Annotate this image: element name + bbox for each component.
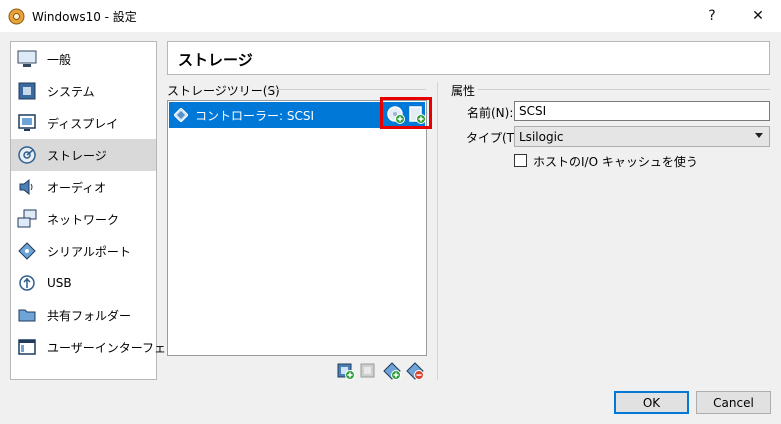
cancel-button[interactable]: Cancel: [696, 391, 771, 414]
system-icon: [16, 80, 38, 102]
user-interface-icon: [16, 336, 38, 358]
name-label: 名前(N):: [467, 106, 514, 120]
type-selected-value: Lsilogic: [519, 130, 564, 144]
group-divider: [266, 89, 426, 90]
virtualbox-app-icon: [8, 8, 25, 25]
controller-icon: [173, 107, 189, 123]
add-attachment-button[interactable]: [383, 362, 401, 380]
network-icon: [16, 208, 38, 230]
nav-label: USB: [47, 276, 72, 290]
remove-attachment-button[interactable]: [406, 362, 424, 380]
remove-controller-button[interactable]: [360, 362, 378, 380]
shared-folder-icon: [16, 304, 38, 326]
highlight-rectangle: [380, 97, 432, 129]
storage-icon: [16, 144, 38, 166]
nav-item-network[interactable]: ネットワーク: [11, 203, 156, 235]
nav-label: シリアルポート: [47, 244, 131, 259]
type-select[interactable]: Lsilogic: [514, 126, 770, 147]
serial-port-icon: [16, 240, 38, 262]
group-divider: [478, 89, 770, 90]
name-input[interactable]: [514, 101, 770, 121]
nav-item-serial-port[interactable]: シリアルポート: [11, 235, 156, 267]
storage-tree-label: ストレージツリー(S): [167, 84, 280, 98]
audio-icon: [16, 176, 38, 198]
nav-item-display[interactable]: ディスプレイ: [11, 107, 156, 139]
usb-icon: [16, 272, 38, 294]
section-title: ストレージ: [178, 51, 253, 69]
nav-label: ネットワーク: [47, 212, 120, 227]
attributes-label: 属性: [451, 84, 476, 98]
nav-item-user-interface[interactable]: ユーザーインターフェース: [11, 331, 189, 363]
help-button[interactable]: ?: [689, 0, 735, 32]
chevron-down-icon: [755, 133, 763, 138]
nav-label: 一般: [47, 52, 72, 67]
host-io-cache-label: ホストのI/O キャッシュを使う: [533, 155, 698, 169]
nav-item-general[interactable]: 一般: [11, 43, 156, 75]
nav-label: ディスプレイ: [47, 116, 119, 131]
nav-label: 共有フォルダー: [47, 308, 132, 323]
controller-label: コントローラー: SCSI: [195, 109, 315, 123]
nav-item-usb[interactable]: USB: [11, 267, 156, 299]
nav-item-shared-folder[interactable]: 共有フォルダー: [11, 299, 156, 331]
window-title: Windows10 - 設定: [32, 10, 137, 24]
nav-item-system[interactable]: システム: [11, 75, 156, 107]
nav-item-storage[interactable]: ストレージ: [11, 139, 156, 171]
close-button[interactable]: ✕: [735, 0, 781, 32]
section-header: ストレージ: [167, 41, 770, 75]
panel-divider: [437, 82, 438, 380]
display-icon: [16, 112, 38, 134]
nav-label: ストレージ: [47, 148, 107, 163]
nav-label: システム: [47, 84, 95, 99]
nav-label: オーディオ: [47, 180, 107, 195]
nav-item-audio[interactable]: オーディオ: [11, 171, 156, 203]
general-icon: [16, 48, 38, 70]
ok-button[interactable]: OK: [614, 391, 689, 414]
host-io-cache-checkbox[interactable]: [514, 154, 527, 167]
add-controller-button[interactable]: [337, 362, 355, 380]
storage-tree[interactable]: コントローラー: SCSI: [167, 100, 427, 356]
settings-nav: 一般 システム ディスプレイ ストレージ オーディオ ネットワーク シリアルポー…: [10, 41, 189, 380]
